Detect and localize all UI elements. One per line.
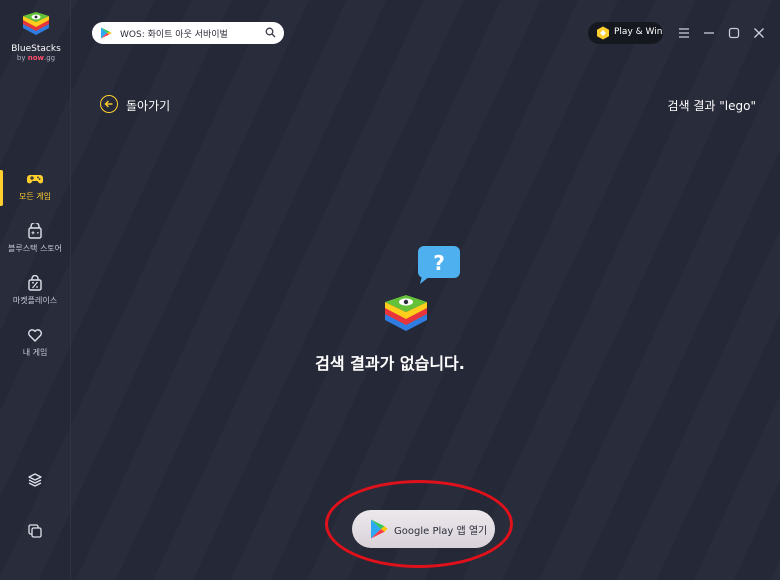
- multi-instance-button[interactable]: [0, 523, 70, 539]
- search-bar[interactable]: [92, 22, 284, 44]
- svg-text:?: ?: [433, 251, 445, 275]
- google-play-icon: [101, 27, 112, 39]
- layers-icon: [28, 473, 42, 487]
- store-icon: [28, 223, 42, 239]
- sidebar-item-marketplace[interactable]: 마켓플레이스: [0, 275, 70, 306]
- heart-icon: [28, 329, 42, 342]
- search-icon[interactable]: [265, 27, 276, 38]
- minimize-icon[interactable]: [700, 24, 718, 42]
- gamepad-icon: [27, 175, 43, 184]
- question-bubble-icon: ?: [418, 246, 460, 284]
- logo-subtitle: by now.gg: [16, 54, 56, 62]
- sidebar-item-label: 블루스택 스토어: [7, 244, 63, 253]
- sidebar-item-bluestacks-store[interactable]: 블루스택 스토어: [0, 223, 70, 254]
- play-and-win-button[interactable]: Play & Win: [588, 22, 663, 44]
- play-win-icon: [597, 26, 609, 40]
- sidebar-item-label: 모든 게임: [19, 192, 51, 201]
- search-result-title: 검색 결과 "lego": [667, 99, 756, 113]
- layers-button[interactable]: [0, 472, 70, 488]
- close-icon[interactable]: [750, 24, 768, 42]
- search-input[interactable]: [120, 25, 258, 41]
- menu-icon[interactable]: [675, 24, 693, 42]
- logo-title: BlueStacks: [11, 44, 61, 54]
- bluestacks-stack-icon: [385, 295, 427, 331]
- sidebar-item-label: 마켓플레이스: [12, 296, 58, 305]
- bluestacks-logo-icon: [23, 12, 49, 35]
- no-results-illustration: ?: [385, 246, 460, 331]
- sidebar-item-all-games[interactable]: 모든 게임: [0, 171, 70, 202]
- back-label: 돌아가기: [126, 99, 171, 113]
- maximize-icon[interactable]: [725, 24, 743, 42]
- multi-instance-icon: [28, 524, 42, 538]
- sidebar: BlueStacks by now.gg 모든 게임 블루스택 스토어 마켓플레…: [0, 0, 71, 580]
- bluestacks-logo[interactable]: BlueStacks by now.gg: [10, 10, 62, 62]
- play-and-win-label: Play & Win: [614, 27, 663, 37]
- open-google-play-button[interactable]: Google Play 앱 열기: [352, 510, 495, 548]
- discount-bag-icon: [28, 275, 42, 291]
- open-google-play-label: Google Play 앱 열기: [394, 526, 488, 537]
- back-arrow-icon: [100, 95, 118, 113]
- google-play-icon: [371, 519, 388, 539]
- no-results-message: 검색 결과가 없습니다.: [315, 354, 465, 373]
